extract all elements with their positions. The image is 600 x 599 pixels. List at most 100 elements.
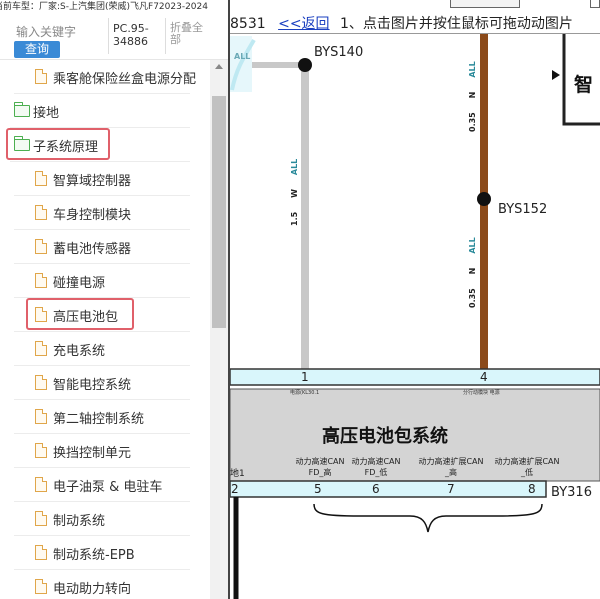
collapse-all-button[interactable]: 折叠全部 [170, 22, 210, 46]
divider [165, 18, 166, 54]
scroll-thumb[interactable] [212, 96, 226, 328]
connector-id: BY316 [551, 485, 592, 500]
tree-item-label: 充电系统 [53, 344, 106, 359]
wire-size: 0.35 [468, 288, 477, 308]
wire-size: 1.5 [290, 211, 299, 226]
folder-icon [14, 102, 30, 117]
pin-number: 4 [480, 370, 488, 384]
tree-item-label: 第二轴控制系统 [53, 412, 145, 427]
connector-top-strip [230, 368, 600, 386]
corner-label: ALL [234, 52, 250, 61]
wire-size: 0.35 [468, 112, 477, 132]
tree-item[interactable]: 高压电池包 [0, 298, 210, 332]
pin-group-brace [313, 503, 543, 533]
wiring-diagram[interactable]: ALL 智 [230, 0, 600, 599]
arrow-icon [552, 70, 560, 80]
document-icon [35, 477, 47, 492]
selection-highlight [26, 298, 134, 330]
selection-highlight [6, 128, 110, 160]
partial-component-label: 智 [574, 73, 593, 96]
tree-item-label: 制动系统 [53, 514, 106, 529]
document-icon [35, 205, 47, 220]
document-icon [35, 273, 47, 288]
scroll-up-arrow-icon[interactable] [215, 64, 223, 69]
document-icon [35, 69, 47, 84]
tree-item-label: 制动系统-EPB [53, 548, 135, 563]
tree-item-label: 电动助力转向 [53, 582, 132, 597]
tree-item[interactable]: 蓄电池传感器 [0, 230, 210, 264]
tree-item[interactable]: 乘客舱保险丝盒电源分配 [0, 60, 210, 94]
tree-item-label: 电子油泵 & 电驻车 [53, 480, 163, 495]
wire-option: ALL [468, 237, 477, 254]
tree-item-label: 接地 [33, 106, 60, 121]
signal-label-ext-can-low: 动力高速扩展CAN _低 [494, 457, 560, 477]
splice-point [298, 58, 312, 72]
document-icon [35, 239, 47, 254]
tree-item-label: 车身控制模块 [53, 208, 132, 223]
signal-label-can-fd-low: 动力高速CAN FD_低 [351, 457, 401, 477]
tree-item[interactable]: 智能电控系统 [0, 366, 210, 400]
pin-function-label: 分行动模块 电源 [463, 390, 500, 396]
tree-scrollbar[interactable] [210, 60, 228, 599]
navigation-panel: 输入关键字 查询 PC.95-34886 折叠全部 乘客舱保险丝盒电源分配接地子… [0, 14, 230, 599]
document-icon [35, 171, 47, 186]
signal-label-ext-can-high: 动力高速扩展CAN _高 [418, 457, 484, 477]
connector-bottom-strip [230, 480, 547, 498]
signal-label-can-fd-high: 动力高速CAN FD_高 [295, 457, 345, 477]
tree-item[interactable]: 充电系统 [0, 332, 210, 366]
search-area: 输入关键字 查询 PC.95-34886 折叠全部 [0, 14, 230, 60]
wire-color-code: N [468, 267, 477, 275]
document-icon [35, 409, 47, 424]
topic-tree: 乘客舱保险丝盒电源分配接地子系统原理智算域控制器 车身控制模块 蓄电池传感器 碰撞电源… [0, 60, 210, 599]
tree-item[interactable]: 车身控制模块 [0, 196, 210, 230]
module-title: 高压电池包系统 [322, 426, 448, 447]
tree-item-label: 乘客舱保险丝盒电源分配 [53, 72, 197, 87]
wire-color-code: W [290, 189, 299, 198]
document-icon [35, 443, 47, 458]
tree-item-label: 智能电控系统 [53, 378, 132, 393]
vehicle-info-text: 当前车型：厂家:S-上汽集团(荣威)飞凡F72023-2024 [0, 2, 208, 12]
tree-item[interactable]: 制动系统 [0, 502, 210, 536]
pin-number: 2 [231, 482, 239, 496]
wire-option: ALL [468, 61, 477, 78]
wire-color-code: N [468, 91, 477, 99]
tree-item[interactable]: 第二轴控制系统 [0, 400, 210, 434]
tree-item[interactable]: 制动系统-EPB [0, 536, 210, 570]
pin-function-label: 地1 [230, 469, 245, 479]
pin-number: 6 [372, 482, 380, 496]
instruction-text: 1、点击图片并按住鼠标可拖动动图片 [340, 16, 573, 32]
document-code: PC.95-34886 [113, 22, 149, 48]
tree-item-label: 智算域控制器 [53, 174, 132, 189]
tree-item[interactable]: 电动助力转向 [0, 570, 210, 599]
document-icon [35, 375, 47, 390]
divider [108, 18, 109, 54]
tree-item-label: 蓄电池传感器 [53, 242, 132, 257]
search-button[interactable]: 查询 [14, 41, 60, 58]
tree-item[interactable]: 电子油泵 & 电驻车 [0, 468, 210, 502]
pin-function-label: 电源(KL30.1 [290, 390, 320, 396]
wire-option: ALL [290, 158, 299, 176]
pin-number: 1 [301, 370, 309, 384]
diagram-viewer[interactable]: ALL 智 BYS140 BYS152 1.5 W ALL 0.35 N ALL… [230, 0, 600, 599]
document-icon [35, 545, 47, 560]
back-link[interactable]: <<返回 [278, 16, 329, 32]
document-icon [35, 341, 47, 356]
search-input[interactable]: 输入关键字 [16, 23, 76, 40]
tree-folder[interactable]: 子系统原理 [0, 128, 210, 162]
tree-folder[interactable]: 接地 [0, 94, 210, 128]
splice-label-bys152: BYS152 [498, 202, 548, 217]
tree-item-label: 换挡控制单元 [53, 446, 132, 461]
tree-item[interactable]: 碰撞电源 [0, 264, 210, 298]
pin-number: 7 [447, 482, 455, 496]
splice-point [477, 192, 491, 206]
vehicle-info-bar: 当前车型：厂家:S-上汽集团(荣威)飞凡F72023-2024 [0, 0, 230, 14]
tree-item[interactable]: 换挡控制单元 [0, 434, 210, 468]
pin-number: 8 [528, 482, 536, 496]
viewer-header: 8531 <<返回 1、点击图片并按住鼠标可拖动动图片 [230, 14, 600, 34]
splice-label-bys140: BYS140 [314, 45, 364, 60]
tree-item-label: 碰撞电源 [53, 276, 106, 291]
doc-number: 8531 [230, 16, 266, 32]
tree-item[interactable]: 智算域控制器 [0, 162, 210, 196]
document-icon [35, 579, 47, 594]
pin-number: 5 [314, 482, 322, 496]
